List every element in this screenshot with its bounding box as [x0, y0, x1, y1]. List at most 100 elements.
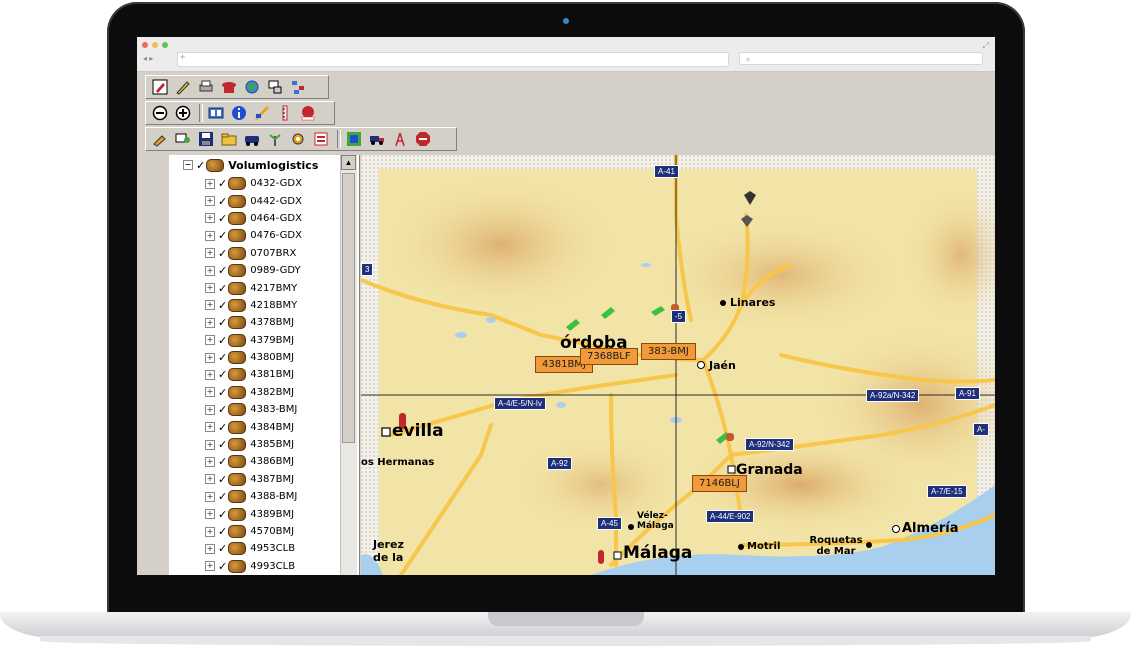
- reset-icon[interactable]: [298, 103, 318, 123]
- check-icon[interactable]: ✓: [218, 212, 227, 225]
- minimize-dot-icon[interactable]: [152, 42, 158, 48]
- print-icon[interactable]: [196, 77, 216, 97]
- tree-item-vehicle[interactable]: + ✓ 4380BMJ: [205, 349, 302, 366]
- tools-icon[interactable]: [150, 129, 170, 149]
- tree-item-vehicle[interactable]: + ✓ 0707BRX: [205, 245, 302, 262]
- tree-scrollbar[interactable]: ▲: [340, 155, 357, 575]
- address-bar[interactable]: [177, 52, 729, 67]
- vehicle-tag-7146BLJ[interactable]: 7146BLJ: [692, 475, 747, 492]
- settings-icon[interactable]: [288, 129, 308, 149]
- info-icon[interactable]: [229, 103, 249, 123]
- tree-item-vehicle[interactable]: + ✓ 4379BMJ: [205, 332, 302, 349]
- edit-icon[interactable]: [150, 77, 170, 97]
- check-icon[interactable]: ✓: [218, 282, 227, 295]
- check-icon[interactable]: ✓: [218, 316, 227, 329]
- check-icon[interactable]: ✓: [218, 195, 227, 208]
- expand-icon[interactable]: +: [205, 474, 215, 485]
- close-dot-icon[interactable]: [142, 42, 148, 48]
- tree-item-vehicle[interactable]: + ✓ 4570BMJ: [205, 523, 302, 540]
- map-book-icon[interactable]: [206, 103, 226, 123]
- tree-item-vehicle[interactable]: + ✓ 4381BMJ: [205, 366, 302, 383]
- tree-item-vehicle[interactable]: + ✓ 0442-GDX: [205, 192, 302, 209]
- tower-icon[interactable]: [390, 129, 410, 149]
- expand-icon[interactable]: +: [205, 265, 215, 276]
- check-icon[interactable]: ✓: [218, 473, 227, 486]
- zoom-in-icon[interactable]: [173, 103, 193, 123]
- expand-icon[interactable]: +: [205, 561, 215, 572]
- tree-item-vehicle[interactable]: + ✓ 4953CLB: [205, 540, 302, 557]
- tree-item-vehicle[interactable]: + ✓ 0432-GDX: [205, 175, 302, 192]
- check-icon[interactable]: ✓: [218, 368, 227, 381]
- expand-icon[interactable]: +: [205, 369, 215, 380]
- stop-icon[interactable]: [413, 129, 433, 149]
- tree-structure-icon[interactable]: [288, 77, 308, 97]
- expand-icon[interactable]: +: [205, 317, 215, 328]
- expand-icon[interactable]: +: [205, 352, 215, 363]
- pencil-icon[interactable]: [173, 77, 193, 97]
- truck-icon[interactable]: [367, 129, 387, 149]
- expand-icon[interactable]: +: [205, 283, 215, 294]
- zoom-out-icon[interactable]: [150, 103, 170, 123]
- check-icon[interactable]: ✓: [218, 525, 227, 538]
- route-icon[interactable]: [252, 103, 272, 123]
- save-icon[interactable]: [196, 129, 216, 149]
- zoom-dot-icon[interactable]: [162, 42, 168, 48]
- map-view[interactable]: A-41 3 -5 A-4/E-5/N-Iv A-92 A-92/N-342 A…: [361, 155, 995, 575]
- globe-icon[interactable]: [242, 77, 262, 97]
- new-tab-icon[interactable]: +: [180, 52, 185, 62]
- tree-item-vehicle[interactable]: + ✓ 0989-GDY: [205, 262, 302, 279]
- antenna-icon[interactable]: [265, 129, 285, 149]
- vehicle-tag-383BMJ[interactable]: 383-BMJ: [641, 343, 696, 360]
- expand-icon[interactable]: +: [205, 196, 215, 207]
- check-icon[interactable]: ✓: [218, 247, 227, 260]
- back-forward-buttons[interactable]: ◂ ▸: [143, 54, 153, 63]
- expand-icon[interactable]: +: [205, 178, 215, 189]
- vehicle-icon[interactable]: [242, 129, 262, 149]
- check-icon[interactable]: ✓: [196, 159, 205, 172]
- fullscreen-icon[interactable]: ⤢: [983, 41, 989, 51]
- tree-item-vehicle[interactable]: + ✓ 4993CLB: [205, 558, 302, 575]
- check-icon[interactable]: ✓: [218, 264, 227, 277]
- check-icon[interactable]: ✓: [218, 508, 227, 521]
- tree-item-vehicle[interactable]: + ✓ 4389BMJ: [205, 505, 302, 522]
- tree-item-vehicle[interactable]: + ✓ 4388-BMJ: [205, 488, 302, 505]
- report-icon[interactable]: [311, 129, 331, 149]
- expand-icon[interactable]: +: [205, 491, 215, 502]
- expand-icon[interactable]: +: [205, 526, 215, 537]
- tree-item-vehicle[interactable]: + ✓ 4383-BMJ: [205, 401, 302, 418]
- tree-item-vehicle[interactable]: + ✓ 4386BMJ: [205, 453, 302, 470]
- check-icon[interactable]: ✓: [218, 455, 227, 468]
- expand-icon[interactable]: +: [205, 387, 215, 398]
- tree-item-vehicle[interactable]: + ✓ 4217BMY: [205, 279, 302, 296]
- check-icon[interactable]: ✓: [218, 421, 227, 434]
- expand-icon[interactable]: +: [205, 213, 215, 224]
- expand-icon[interactable]: +: [205, 509, 215, 520]
- scroll-up-icon[interactable]: ▲: [341, 155, 356, 170]
- expand-icon[interactable]: +: [205, 230, 215, 241]
- expand-icon[interactable]: +: [205, 439, 215, 450]
- phone-icon[interactable]: [219, 77, 239, 97]
- check-icon[interactable]: ✓: [218, 299, 227, 312]
- ruler-icon[interactable]: [275, 103, 295, 123]
- user-monitor-icon[interactable]: [173, 129, 193, 149]
- check-icon[interactable]: ✓: [218, 542, 227, 555]
- check-icon[interactable]: ✓: [218, 438, 227, 451]
- check-icon[interactable]: ✓: [218, 229, 227, 242]
- tree-item-vehicle[interactable]: + ✓ 4382BMJ: [205, 384, 302, 401]
- scroll-thumb[interactable]: [342, 173, 355, 443]
- browser-search-field[interactable]: ⌕: [739, 52, 983, 65]
- check-icon[interactable]: ✓: [218, 560, 227, 573]
- check-icon[interactable]: ✓: [218, 334, 227, 347]
- tree-item-vehicle[interactable]: + ✓ 4387BMJ: [205, 471, 302, 488]
- tree-item-vehicle[interactable]: + ✓ 0476-GDX: [205, 227, 302, 244]
- expand-icon[interactable]: +: [205, 543, 215, 554]
- expand-icon[interactable]: +: [205, 422, 215, 433]
- expand-icon[interactable]: +: [205, 300, 215, 311]
- tree-root[interactable]: − ✓ Volumlogistics: [183, 157, 318, 173]
- open-folder-icon[interactable]: [219, 129, 239, 149]
- vehicle-tag-7368BLF[interactable]: 7368BLF: [580, 348, 638, 365]
- collapse-icon[interactable]: −: [183, 160, 193, 170]
- check-icon[interactable]: ✓: [218, 403, 227, 416]
- tree-item-vehicle[interactable]: + ✓ 4218BMY: [205, 297, 302, 314]
- check-icon[interactable]: ✓: [218, 386, 227, 399]
